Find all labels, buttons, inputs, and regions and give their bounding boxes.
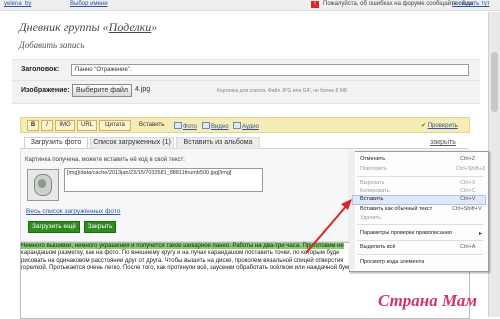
watermark-logo: Страна Мам [378,291,478,310]
annotation-arrow-icon [305,199,352,254]
